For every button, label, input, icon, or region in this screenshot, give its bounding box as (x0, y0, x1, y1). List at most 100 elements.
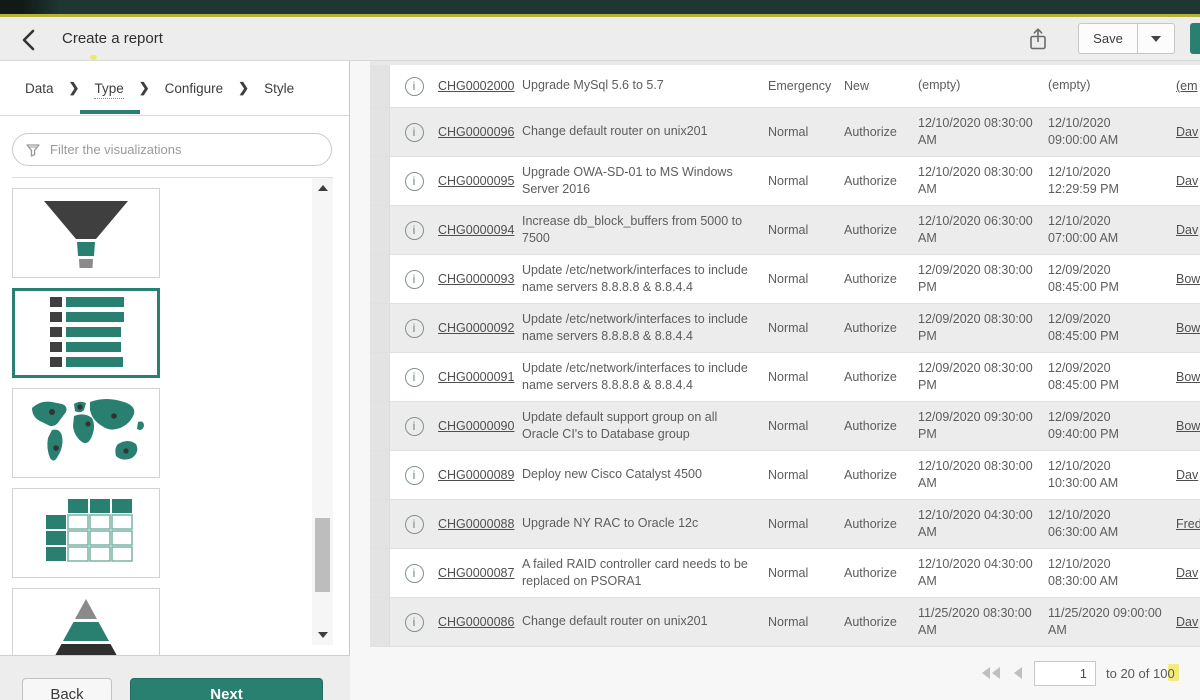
info-cell (390, 123, 438, 142)
step-data[interactable]: Data (25, 81, 54, 96)
assigned-to-link[interactable]: Bow (1176, 321, 1200, 335)
first-page-icon[interactable] (980, 666, 1002, 680)
assigned-to-link[interactable]: (em (1176, 79, 1200, 93)
change-number-link[interactable]: CHG0000090 (438, 419, 522, 433)
change-number-link[interactable]: CHG0002000 (438, 79, 522, 93)
assigned-to-link[interactable]: Dav (1176, 125, 1200, 139)
viz-thumbnail-pivot-table[interactable] (12, 488, 160, 578)
assigned-to-link[interactable]: Fred (1176, 517, 1200, 531)
assigned-to-link[interactable]: Dav (1176, 223, 1200, 237)
table-row: CHG0000096 Change default router on unix… (370, 108, 1200, 157)
table-row: CHG0000089 Deploy new Cisco Catalyst 450… (370, 451, 1200, 500)
step-type[interactable]: Type (94, 81, 123, 96)
assigned-to-link[interactable]: Dav (1176, 566, 1200, 580)
change-number-link[interactable]: CHG0000094 (438, 223, 522, 237)
short-description: Upgrade MySql 5.6 to 5.7 (522, 77, 768, 95)
state-value: Authorize (844, 321, 918, 335)
row-gutter (370, 549, 390, 597)
step-style[interactable]: Style (264, 81, 294, 96)
start-date-value: 12/10/2020 04:30:00 AM (918, 507, 1048, 542)
short-description: Update /etc/network/interfaces to includ… (522, 262, 768, 297)
scroll-up-icon[interactable] (312, 180, 333, 196)
priority-value: Normal (768, 272, 844, 286)
short-description: Upgrade NY RAC to Oracle 12c (522, 515, 768, 533)
info-cell (390, 319, 438, 338)
previous-page-icon[interactable] (1012, 666, 1024, 680)
viz-thumbnail-funnel[interactable] (12, 188, 160, 278)
short-description: Change default router on unix201 (522, 613, 768, 631)
back-button[interactable]: Back (22, 678, 112, 700)
info-icon[interactable] (405, 417, 424, 436)
page-number-input[interactable] (1034, 661, 1096, 686)
share-export-icon[interactable] (1026, 26, 1052, 54)
assigned-to-link[interactable]: Dav (1176, 615, 1200, 629)
assigned-to-link[interactable]: Bow (1176, 272, 1200, 286)
funnel-chart-icon (26, 193, 146, 273)
table-row: CHG0000090 Update default support group … (370, 402, 1200, 451)
priority-value: Normal (768, 615, 844, 629)
wizard-steps: Data Type Configure Style (0, 61, 349, 116)
change-number-link[interactable]: CHG0000088 (438, 517, 522, 531)
row-gutter (370, 451, 390, 499)
viz-thumbnail-world-map[interactable] (12, 388, 160, 478)
change-number-link[interactable]: CHG0000095 (438, 174, 522, 188)
step-configure[interactable]: Configure (165, 81, 224, 96)
info-icon[interactable] (405, 368, 424, 387)
info-icon[interactable] (405, 123, 424, 142)
assigned-to-link[interactable]: Dav (1176, 174, 1200, 188)
change-number-link[interactable]: CHG0000086 (438, 615, 522, 629)
change-number-link[interactable]: CHG0000091 (438, 370, 522, 384)
assigned-to-link[interactable]: Bow (1176, 370, 1200, 384)
row-range-text: to 20 of 100 (1106, 666, 1175, 681)
change-number-link[interactable]: CHG0000087 (438, 566, 522, 580)
partial-edge-button[interactable] (1190, 23, 1200, 54)
sidebar-scrollbar[interactable] (312, 178, 333, 645)
save-button[interactable]: Save (1078, 23, 1138, 54)
info-icon[interactable] (405, 515, 424, 534)
priority-value: Normal (768, 468, 844, 482)
save-menu-button[interactable] (1138, 23, 1175, 54)
row-gutter (370, 255, 390, 303)
viz-thumbnail-horizontal-bars[interactable] (12, 288, 160, 378)
change-number-link[interactable]: CHG0000093 (438, 272, 522, 286)
divider (12, 177, 333, 178)
start-date-value: 12/10/2020 08:30:00 AM (918, 115, 1048, 150)
assigned-to-link[interactable]: Dav (1176, 468, 1200, 482)
state-value: Authorize (844, 468, 918, 482)
row-gutter (370, 500, 390, 548)
info-icon[interactable] (405, 466, 424, 485)
state-value: Authorize (844, 419, 918, 433)
priority-value: Normal (768, 125, 844, 139)
priority-value: Normal (768, 517, 844, 531)
info-icon[interactable] (405, 270, 424, 289)
row-gutter (370, 353, 390, 401)
assigned-to-link[interactable]: Bow (1176, 419, 1200, 433)
start-date-value: 12/09/2020 08:30:00 PM (918, 311, 1048, 346)
end-date-value: 12/10/2020 12:29:59 PM (1048, 164, 1176, 199)
next-button[interactable]: Next (130, 678, 323, 700)
info-icon[interactable] (405, 221, 424, 240)
end-date-value: 12/10/2020 07:00:00 AM (1048, 213, 1176, 248)
info-icon[interactable] (405, 172, 424, 191)
report-wizard-panel: Data Type Configure Style (0, 61, 350, 700)
scrollbar-thumb[interactable] (315, 518, 330, 592)
row-gutter (370, 598, 390, 646)
save-split-button: Save (1078, 23, 1175, 54)
info-cell (390, 270, 438, 289)
info-cell (390, 613, 438, 632)
info-icon[interactable] (405, 613, 424, 632)
state-value: Authorize (844, 272, 918, 286)
change-number-link[interactable]: CHG0000096 (438, 125, 522, 139)
filter-input[interactable] (50, 142, 319, 157)
pivot-table-icon (26, 493, 146, 573)
scroll-down-icon[interactable] (312, 627, 333, 643)
back-icon[interactable] (16, 27, 44, 53)
row-gutter (370, 65, 390, 107)
change-number-link[interactable]: CHG0000092 (438, 321, 522, 335)
start-date-value: 12/10/2020 08:30:00 AM (918, 164, 1048, 199)
info-icon[interactable] (405, 564, 424, 583)
info-icon[interactable] (405, 77, 424, 96)
short-description: Update default support group on all Orac… (522, 409, 768, 444)
info-icon[interactable] (405, 319, 424, 338)
change-number-link[interactable]: CHG0000089 (438, 468, 522, 482)
